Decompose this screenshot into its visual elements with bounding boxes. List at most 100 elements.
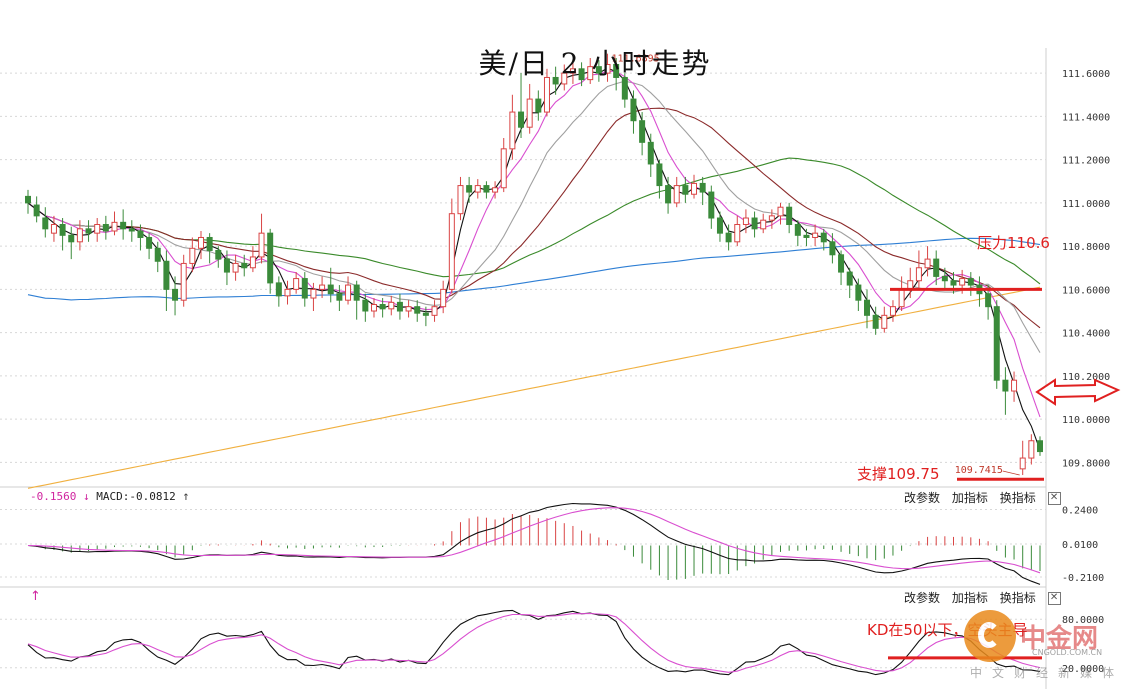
candle-body [422, 312, 429, 316]
price-tick-label: 111.4000 [1062, 112, 1110, 123]
ma-blue-line [27, 237, 1041, 301]
candle-body [630, 98, 637, 122]
candle-body [898, 288, 905, 308]
macd-legend: -0.1560 ↓ MACD:-0.0812 ↑ [30, 489, 190, 503]
price-tick-label: 111.2000 [1062, 156, 1110, 167]
candle-body [275, 282, 282, 297]
candle-body [457, 185, 464, 215]
candle-body [777, 206, 784, 217]
candle-body [1011, 379, 1018, 392]
candle-body [59, 224, 66, 236]
macd-panel: 0.2400 0.0100 -0.2100 [0, 502, 1104, 585]
candle-body [656, 163, 663, 187]
candle-body [301, 278, 308, 299]
candle-body [146, 236, 153, 249]
change-params-button[interactable]: 改参数 [904, 491, 940, 505]
candle-body [751, 217, 758, 230]
candle-body [967, 278, 974, 286]
candle-body [25, 195, 31, 204]
candle-body [950, 280, 957, 286]
candle-body [172, 288, 179, 301]
candle-body [665, 185, 672, 204]
macd-tick-label: -0.2100 [1062, 573, 1104, 584]
candle-body [518, 111, 525, 128]
candle-body [189, 247, 196, 264]
candle-body [760, 219, 767, 230]
watermark-tagline: 中文财经新媒体 [970, 666, 1124, 680]
candle-body [941, 275, 948, 282]
candle-body [673, 185, 680, 204]
main-price-grid [0, 48, 1047, 689]
down-arrow-icon: ↓ [82, 490, 90, 503]
candle-body [500, 148, 507, 189]
ma-maroon-line [27, 107, 1041, 329]
candle-body [1028, 440, 1035, 459]
change-params-button[interactable]: 改参数 [904, 591, 940, 605]
candle-body [682, 185, 689, 195]
close-icon[interactable]: ✕ [1047, 592, 1061, 605]
candle-body [327, 284, 334, 295]
price-tick-label: 110.0000 [1062, 415, 1110, 426]
candle-body [111, 221, 118, 232]
price-y-axis: 111.6000111.4000111.2000111.0000110.8000… [1062, 69, 1110, 469]
add-indicator-button[interactable]: 加指标 [952, 591, 988, 605]
candle-body [154, 247, 161, 262]
candle-body [734, 224, 741, 243]
candle-body [414, 306, 421, 314]
candle-body [725, 232, 732, 243]
candle-body [120, 221, 127, 230]
candle-body [284, 288, 291, 297]
candle-body [362, 299, 369, 312]
add-indicator-button[interactable]: 加指标 [952, 491, 988, 505]
candle-body [855, 284, 862, 301]
close-icon[interactable]: ✕ [1047, 492, 1061, 505]
macd-tick-label: 0.0100 [1062, 540, 1098, 551]
candle-body [466, 185, 473, 193]
candle-body [708, 191, 715, 219]
support-label: 支撑109.75 [857, 465, 940, 483]
watermark-domain: CNGOLD.COM.CN [1032, 648, 1103, 657]
candle-body [881, 314, 888, 329]
candle-body [137, 230, 144, 238]
up-arrow-icon: ↑ [182, 489, 190, 503]
candle-body [94, 224, 101, 234]
switch-indicator-button[interactable]: 换指标 [1000, 591, 1036, 605]
price-tick-label: 109.8000 [1062, 458, 1110, 469]
candle-body [310, 288, 317, 299]
candle-body [889, 306, 896, 316]
candle-body [691, 182, 698, 195]
candle-body [915, 267, 922, 282]
price-tick-label: 110.2000 [1062, 372, 1110, 383]
macd-dif-line [27, 502, 1041, 585]
candle-body [509, 111, 516, 150]
right-arrow-icon [1035, 378, 1121, 406]
candle-body [933, 258, 940, 277]
dif-value: -0.1560 [30, 490, 77, 503]
ma-black-line [27, 67, 1041, 451]
price-tick-label: 110.4000 [1062, 329, 1110, 340]
candle-body [197, 236, 204, 249]
candle-body [163, 260, 170, 290]
kd-toolbar: 改参数 加指标 换指标 ✕ [904, 589, 1069, 606]
low-pointer [1002, 470, 1020, 476]
candle-body [379, 304, 386, 310]
candle-body [924, 258, 931, 269]
candle-body [820, 232, 827, 243]
candle-body [803, 234, 810, 238]
candle-body [33, 204, 40, 217]
candle-body [993, 306, 1000, 381]
ma-gray-line [27, 80, 1041, 353]
candle-body [768, 215, 775, 221]
candle-body [405, 306, 412, 312]
candle-body [215, 249, 222, 260]
resistance-label: 压力110.6 [977, 234, 1050, 252]
macd-toolbar: 改参数 加指标 换指标 ✕ [904, 489, 1069, 506]
switch-indicator-button[interactable]: 换指标 [1000, 491, 1036, 505]
candle-body [794, 224, 801, 236]
candle-body [431, 306, 438, 316]
candle-body [1002, 379, 1009, 392]
kd-up-arrow-icon: ↑ [30, 589, 41, 604]
candle-body [716, 217, 723, 234]
candle-body [293, 278, 300, 290]
candle-body [42, 217, 49, 230]
